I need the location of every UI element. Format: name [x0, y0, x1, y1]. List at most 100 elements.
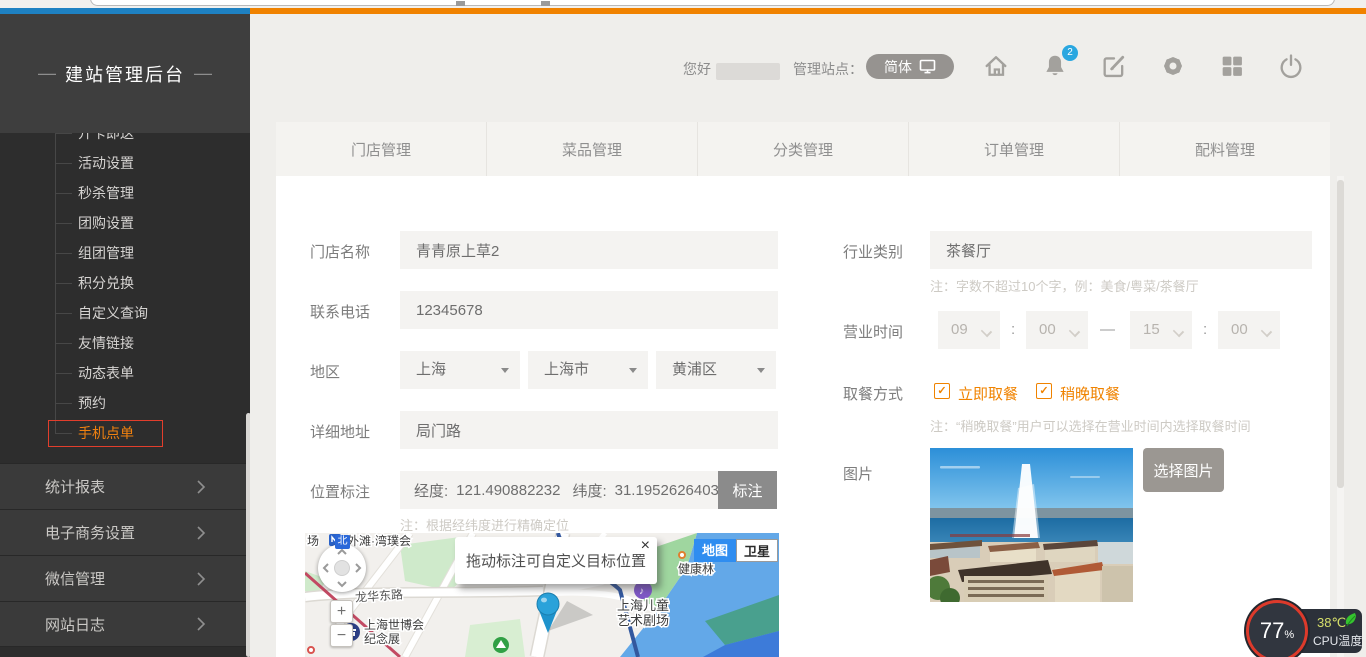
- sidebar-header: — 建站管理后台 —: [0, 14, 250, 133]
- compose-icon: [1100, 52, 1128, 80]
- image-label: 图片: [843, 463, 873, 484]
- apps-button[interactable]: [1218, 52, 1246, 80]
- tab-orders[interactable]: 订单管理: [908, 122, 1119, 176]
- dropdown-arrow-icon: [501, 368, 509, 373]
- close-hour-select[interactable]: 15: [1130, 311, 1192, 349]
- close-icon[interactable]: ×: [641, 538, 650, 554]
- industry-label: 行业类别: [843, 241, 903, 262]
- pan-knob[interactable]: [334, 560, 350, 576]
- sidebar-section-reports[interactable]: 统计报表: [0, 463, 250, 509]
- chevron-right-icon: [196, 571, 206, 587]
- location-label: 位置标注: [310, 481, 370, 502]
- longitude-label: 经度:: [414, 480, 448, 501]
- choose-image-button[interactable]: 选择图片: [1143, 448, 1224, 492]
- sidebar-item-group[interactable]: 组团管理: [78, 238, 134, 268]
- industry-note: 注：字数不超过10个字，例：美食/粤菜/茶餐厅: [930, 276, 1199, 295]
- pickup-now-checkbox[interactable]: ✓: [934, 383, 950, 399]
- dropdown-arrow-icon: [757, 368, 765, 373]
- tree-tick: [55, 313, 72, 314]
- province-select[interactable]: 上海: [400, 351, 520, 389]
- sidebar-item-links[interactable]: 友情链接: [78, 328, 134, 358]
- browser-address-bar[interactable]: [90, 0, 1335, 6]
- sidebar-item-custom-query[interactable]: 自定义查询: [78, 298, 148, 328]
- section-label: 统计报表: [45, 476, 105, 497]
- location-note: 注：根据经纬度进行精确定位: [400, 515, 569, 534]
- tab-categories[interactable]: 分类管理: [697, 122, 908, 176]
- store-photo: [930, 448, 1133, 602]
- coordinates-input[interactable]: 经度: 121.490882232 纬度: 31.1952626403: [400, 471, 718, 509]
- language-label: 简体: [884, 57, 912, 77]
- sidebar-item-points[interactable]: 积分兑换: [78, 268, 134, 298]
- pickup-label: 取餐方式: [843, 383, 903, 404]
- hours-label: 营业时间: [843, 321, 903, 342]
- map-pan-control[interactable]: [318, 544, 366, 592]
- compose-button[interactable]: [1100, 52, 1128, 80]
- close-hour-value: 15: [1143, 321, 1160, 338]
- map-mode-button[interactable]: 地图: [694, 539, 736, 562]
- tab-dishes[interactable]: 菜品管理: [486, 122, 697, 176]
- open-hour-select[interactable]: 09: [938, 311, 1000, 349]
- mark-location-button[interactable]: 标注: [718, 471, 777, 509]
- logout-button[interactable]: [1277, 52, 1305, 80]
- sidebar-item-groupbuy[interactable]: 团购设置: [78, 208, 134, 238]
- store-name-input[interactable]: [400, 231, 778, 269]
- satellite-mode-button[interactable]: 卫星: [736, 539, 778, 562]
- username-redacted: [716, 63, 780, 80]
- apps-grid-icon: [1218, 52, 1246, 80]
- sidebar-item-seckill[interactable]: 秒杀管理: [78, 178, 134, 208]
- district-select[interactable]: 黄浦区: [656, 351, 776, 389]
- chevron-down-icon: [1069, 326, 1080, 337]
- phone-input[interactable]: [400, 291, 778, 329]
- time-dash: —: [1100, 321, 1115, 338]
- latitude-label: 纬度:: [572, 480, 606, 501]
- selected-item-highlight: [48, 420, 163, 447]
- open-minute-select[interactable]: 00: [1026, 311, 1088, 349]
- sidebar: 开卡即送 活动设置 秒杀管理 团购设置 组团管理 积分兑换 自定义查询 友情链接…: [0, 14, 250, 657]
- address-input[interactable]: [400, 411, 778, 449]
- language-switch-button[interactable]: 简体: [866, 54, 954, 79]
- store-photo-image: [930, 448, 1133, 602]
- cpu-temperature: 38℃: [1317, 615, 1346, 631]
- tree-tick: [55, 193, 72, 194]
- zoom-out-button[interactable]: −: [330, 624, 353, 647]
- map-label-theater: 上海儿童: [617, 598, 669, 613]
- province-value: 上海: [416, 361, 446, 378]
- sidebar-section-wechat[interactable]: 微信管理: [0, 555, 250, 601]
- sidebar-item-booking[interactable]: 预约: [78, 388, 106, 418]
- tab-ingredients[interactable]: 配料管理: [1119, 122, 1330, 176]
- city-select[interactable]: 上海市: [528, 351, 648, 389]
- tab-stores[interactable]: 门店管理: [276, 122, 486, 176]
- settings-button[interactable]: [1159, 52, 1187, 80]
- sidebar-item-activity[interactable]: 活动设置: [78, 148, 134, 178]
- zoom-in-button[interactable]: +: [330, 600, 353, 623]
- store-name-label: 门店名称: [310, 241, 370, 262]
- page-scrollbar-thumb[interactable]: [1337, 180, 1344, 488]
- main-content: 您好 管理站点： 简体 2: [250, 14, 1366, 657]
- close-minute-select[interactable]: 00: [1218, 311, 1280, 349]
- pickup-now-label[interactable]: 立即取餐: [958, 383, 1018, 404]
- address-bar-glyph: [541, 1, 550, 6]
- district-value: 黄浦区: [672, 361, 717, 378]
- latitude-value: 31.1952626403: [615, 482, 718, 499]
- sidebar-section-ecommerce[interactable]: 电子商务设置: [0, 509, 250, 555]
- section-label: 网站日志: [45, 614, 105, 635]
- address-bar-glyph: [456, 1, 465, 6]
- pickup-later-label[interactable]: 稍晚取餐: [1060, 383, 1120, 404]
- map-label-expo: 纪念展: [364, 631, 400, 646]
- time-colon: :: [1203, 321, 1207, 338]
- sidebar-scrollbar[interactable]: [246, 413, 250, 657]
- menu-tree-line: [55, 120, 56, 433]
- pickup-later-checkbox[interactable]: ✓: [1036, 383, 1052, 399]
- chevron-right-icon: [196, 525, 206, 541]
- sidebar-item-forms[interactable]: 动态表单: [78, 358, 134, 388]
- sidebar-section-logs[interactable]: 网站日志: [0, 601, 250, 647]
- poi-dot: [679, 552, 685, 558]
- store-form-panel: 门店名称 联系电话 地区 上海 上海市 黄浦区 详细地址 位置标注 经度:: [276, 176, 1330, 657]
- location-map[interactable]: ♪ 场 外滩·湾璞会 龙华东路 健康林 上海儿童 艺术剧场: [305, 533, 779, 657]
- industry-input[interactable]: [930, 231, 1312, 269]
- region-label: 地区: [310, 361, 340, 382]
- map-label-park: 健康林: [678, 561, 714, 576]
- top-accent-bar-orange: [250, 8, 1366, 14]
- home-button[interactable]: [982, 52, 1010, 80]
- tree-tick: [55, 373, 72, 374]
